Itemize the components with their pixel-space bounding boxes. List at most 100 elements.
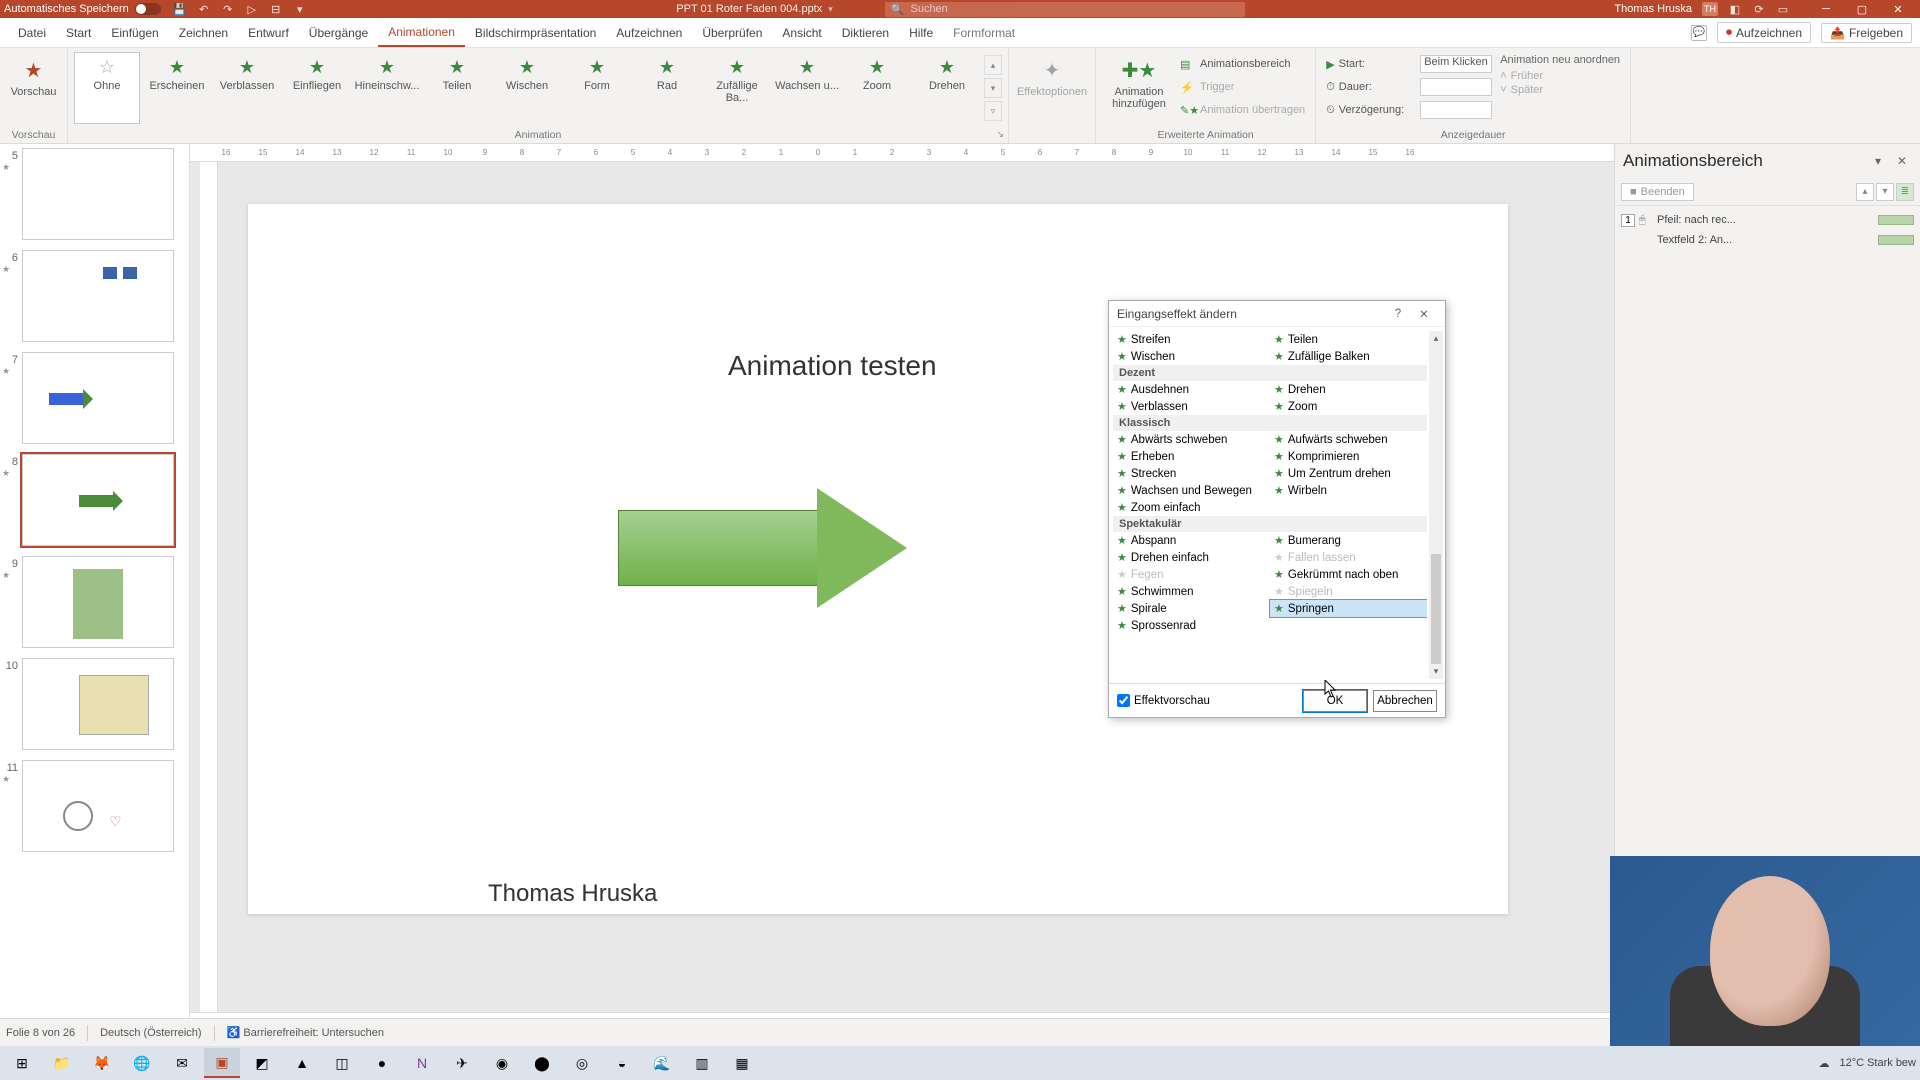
scroll-up-icon[interactable]: ▴ — [984, 55, 1002, 75]
weather-text[interactable]: 12°C Stark bew — [1839, 1057, 1916, 1069]
scroll-down-icon[interactable]: ▾ — [1434, 664, 1439, 679]
share-button[interactable]: 📤Freigeben — [1821, 23, 1912, 43]
anim-timeline-bar[interactable] — [1878, 215, 1914, 225]
explorer-icon[interactable]: 📁 — [44, 1048, 80, 1078]
weather-icon[interactable]: ☁ — [1818, 1057, 1829, 1070]
effect-springen[interactable]: ★Springen — [1270, 600, 1427, 617]
qat-more-icon[interactable]: ▾ — [293, 2, 307, 16]
ok-button[interactable]: OK — [1303, 690, 1367, 712]
slide-thumb-10[interactable]: 10 — [2, 658, 187, 750]
move-up-icon[interactable]: ▴ — [1856, 183, 1874, 201]
slide-thumb-9[interactable]: 9★ — [2, 556, 187, 648]
scroll-thumb[interactable] — [1431, 554, 1441, 664]
maximize-button[interactable]: ▢ — [1844, 0, 1880, 18]
app-icon[interactable]: ◫ — [324, 1048, 360, 1078]
tab-aufzeichnen[interactable]: Aufzeichnen — [606, 18, 692, 47]
tab-formformat[interactable]: Formformat — [943, 18, 1025, 47]
slide-author[interactable]: Thomas Hruska — [488, 880, 657, 908]
gallery-form[interactable]: ★Form — [564, 52, 630, 124]
app-icon[interactable]: ● — [364, 1048, 400, 1078]
preview-effect-checkbox[interactable]: Effektvorschau — [1117, 694, 1210, 707]
gallery-erscheinen[interactable]: ★Erscheinen — [144, 52, 210, 124]
app-icon[interactable]: ▥ — [684, 1048, 720, 1078]
effect-komprimieren[interactable]: ★Komprimieren — [1270, 448, 1427, 465]
gallery-rad[interactable]: ★Rad — [634, 52, 700, 124]
accessibility-label[interactable]: ♿ Barrierefreiheit: Untersuchen — [227, 1026, 384, 1039]
play-button[interactable]: ■Beenden — [1621, 183, 1694, 201]
effect-um-zentrum-drehen[interactable]: ★Um Zentrum drehen — [1270, 465, 1427, 482]
slide-title[interactable]: Animation testen — [728, 350, 937, 382]
effect-wachsen-bewegen[interactable]: ★Wachsen und Bewegen — [1113, 482, 1270, 499]
tab-datei[interactable]: Datei — [8, 18, 56, 47]
app-icon[interactable]: ◉ — [484, 1048, 520, 1078]
effect-list[interactable]: ★Streifen★Teilen ★Wischen★Zufällige Balk… — [1113, 331, 1427, 679]
dialog-close-icon[interactable]: ✕ — [1411, 304, 1437, 324]
expand-icon[interactable]: ▿ — [984, 101, 1002, 121]
anim-timeline-bar[interactable] — [1878, 235, 1914, 245]
vlc-icon[interactable]: ▲ — [284, 1048, 320, 1078]
tab-ansicht[interactable]: Ansicht — [772, 18, 831, 47]
effect-ausdehnen[interactable]: ★Ausdehnen — [1113, 381, 1270, 398]
effect-bumerang[interactable]: ★Bumerang — [1270, 532, 1427, 549]
slide-thumb-5[interactable]: 5★ — [2, 148, 187, 240]
minimize-button[interactable]: ─ — [1808, 0, 1844, 18]
tab-einfuegen[interactable]: Einfügen — [101, 18, 168, 47]
comments-icon[interactable]: 💬 — [1691, 25, 1707, 41]
gallery-verblassen[interactable]: ★Verblassen — [214, 52, 280, 124]
pane-options-icon[interactable]: ▾ — [1868, 151, 1888, 171]
gallery-zoom[interactable]: ★Zoom — [844, 52, 910, 124]
ribbon-mode-icon[interactable]: ▭ — [1776, 2, 1790, 16]
effect-gekruemmt[interactable]: ★Gekrümmt nach oben — [1270, 566, 1427, 583]
effect-sprossenrad[interactable]: ★Sprossenrad — [1113, 617, 1270, 634]
app-icon[interactable]: ▦ — [724, 1048, 760, 1078]
autosave-toggle[interactable]: Automatisches Speichern — [4, 3, 161, 15]
chrome-icon[interactable]: 🌐 — [124, 1048, 160, 1078]
touch-icon[interactable]: ⊟ — [269, 2, 283, 16]
effect-aufwaerts-schweben[interactable]: ★Aufwärts schweben — [1270, 431, 1427, 448]
delay-input[interactable] — [1420, 101, 1492, 119]
effect-wischen[interactable]: ★Wischen — [1113, 348, 1270, 365]
search-box[interactable]: 🔍 — [885, 2, 1245, 17]
gallery-einfliegen[interactable]: ★Einfliegen — [284, 52, 350, 124]
gallery-ohne[interactable]: ☆Ohne — [74, 52, 140, 124]
save-icon[interactable]: 💾 — [173, 2, 187, 16]
filename-chevron-icon[interactable]: ▾ — [828, 4, 833, 15]
preview-button[interactable]: ★ Vorschau — [0, 52, 71, 128]
dialog-launcher-animation[interactable]: ↘ — [996, 129, 1004, 140]
tab-entwurf[interactable]: Entwurf — [238, 18, 299, 47]
effect-abwaerts-schweben[interactable]: ★Abwärts schweben — [1113, 431, 1270, 448]
onenote-icon[interactable]: N — [404, 1048, 440, 1078]
slide-outline[interactable]: 5★ 6★ 7★ 8★ 9★ 10 11★♡ — [0, 144, 190, 1052]
teams-icon[interactable]: ◧ — [1728, 2, 1742, 16]
effect-strecken[interactable]: ★Strecken — [1113, 465, 1270, 482]
tab-zeichnen[interactable]: Zeichnen — [169, 18, 238, 47]
dialog-scrollbar[interactable]: ▴ ▾ — [1429, 331, 1443, 679]
animation-pane-button[interactable]: ▤Animationsbereich — [1180, 54, 1305, 74]
outlook-icon[interactable]: ✉ — [164, 1048, 200, 1078]
slide-thumb-8[interactable]: 8★ — [2, 454, 187, 546]
tab-hilfe[interactable]: Hilfe — [899, 18, 943, 47]
gallery-wachsen[interactable]: ★Wachsen u... — [774, 52, 840, 124]
tab-uebergaenge[interactable]: Übergänge — [299, 18, 378, 47]
close-button[interactable]: ✕ — [1880, 0, 1916, 18]
effect-zoom[interactable]: ★Zoom — [1270, 398, 1427, 415]
move-down-icon[interactable]: ▾ — [1876, 183, 1894, 201]
add-animation-button[interactable]: ✚★ Animation hinzufügen — [1102, 52, 1176, 128]
effect-drehen[interactable]: ★Drehen — [1270, 381, 1427, 398]
start-icon[interactable]: ▷ — [245, 2, 259, 16]
effect-teilen[interactable]: ★Teilen — [1270, 331, 1427, 348]
scroll-down-icon[interactable]: ▾ — [984, 78, 1002, 98]
preview-effect-input[interactable] — [1117, 694, 1130, 707]
tab-start[interactable]: Start — [56, 18, 101, 47]
app-icon[interactable]: ◩ — [244, 1048, 280, 1078]
app-icon[interactable]: ◎ — [564, 1048, 600, 1078]
language-label[interactable]: Deutsch (Österreich) — [100, 1027, 201, 1039]
gallery-zufaellige[interactable]: ★Zufällige Ba... — [704, 52, 770, 124]
undo-icon[interactable]: ↶ — [197, 2, 211, 16]
user-avatar[interactable]: TH — [1702, 2, 1718, 16]
tab-diktieren[interactable]: Diktieren — [832, 18, 899, 47]
obs-icon[interactable]: ⬤ — [524, 1048, 560, 1078]
filename-label[interactable]: PPT 01 Roter Faden 004.pptx — [676, 3, 822, 15]
slide-thumb-11[interactable]: 11★♡ — [2, 760, 187, 852]
effect-zufaellige-balken[interactable]: ★Zufällige Balken — [1270, 348, 1427, 365]
